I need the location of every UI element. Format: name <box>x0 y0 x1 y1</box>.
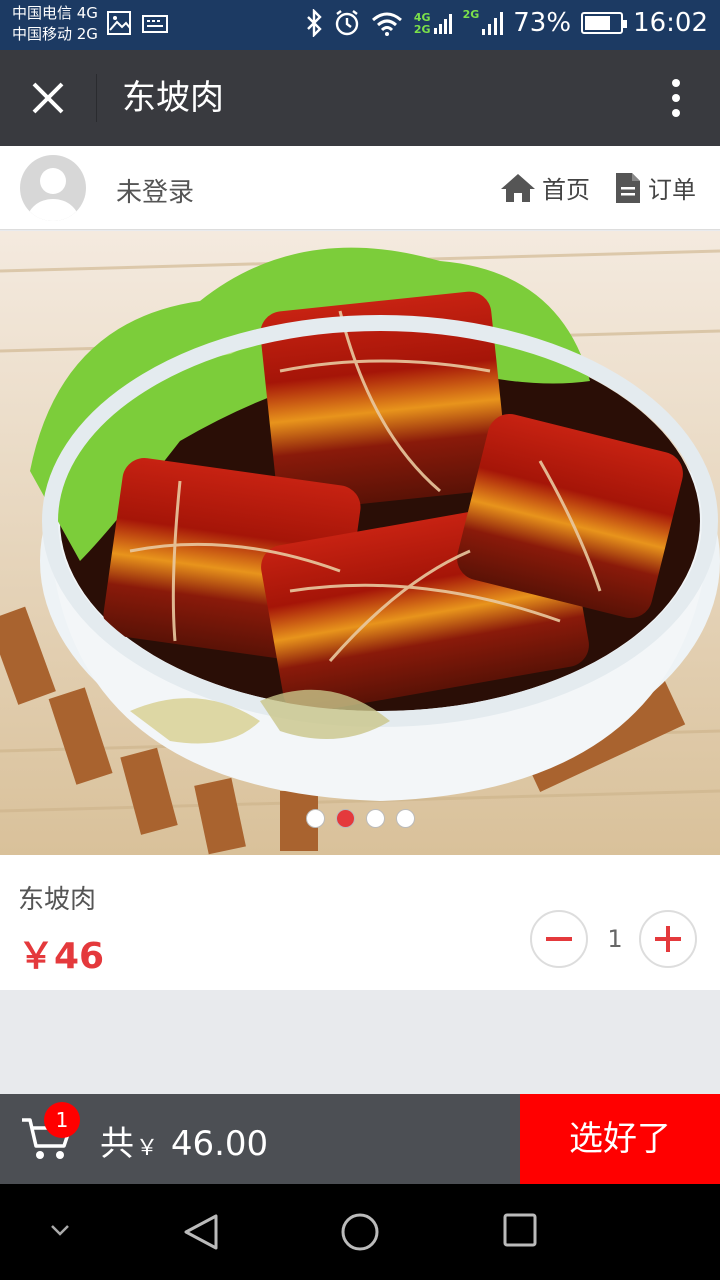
cart-total: 共 ￥ 46.00 <box>100 1116 268 1165</box>
signal-2: 2G <box>463 9 504 37</box>
alarm-icon <box>335 10 359 36</box>
clock: 16:02 <box>633 8 708 38</box>
default-avatar-icon <box>27 168 79 221</box>
product-info: 东坡肉 ￥46 1 <box>0 855 720 990</box>
cart-count-badge: 1 <box>44 1102 80 1138</box>
carrier-1: 中国电信 4G <box>12 4 98 22</box>
bluetooth-icon <box>307 9 322 37</box>
net-2g-label-2: 2G <box>462 8 480 21</box>
product-name: 东坡肉 <box>18 885 97 915</box>
system-nav-bar <box>0 1184 720 1280</box>
app-bar: 东坡肉 <box>0 50 720 146</box>
total-currency: ￥ <box>136 1136 159 1161</box>
signal-1: 4G 2G <box>414 10 453 36</box>
increase-quantity-button[interactable] <box>639 910 697 968</box>
carousel-dot[interactable] <box>305 809 325 828</box>
minus-icon <box>546 937 572 941</box>
image-notification-icon <box>107 11 131 35</box>
carrier-info: 中国电信 4G 中国移动 2G <box>12 3 98 45</box>
battery-percent: 73% <box>513 8 572 38</box>
carrier-2: 中国移动 2G <box>12 25 98 43</box>
orders-link[interactable]: 订单 <box>614 170 696 205</box>
page-title: 东坡肉 <box>122 78 224 118</box>
document-icon <box>616 172 640 203</box>
home-circle-icon[interactable] <box>340 1212 380 1252</box>
home-icon <box>501 173 535 202</box>
carousel-dot[interactable] <box>365 809 385 828</box>
username-label[interactable]: 未登录 <box>116 172 194 209</box>
confirm-selection-button[interactable]: 选好了 <box>520 1094 720 1184</box>
plus-icon <box>655 926 681 952</box>
signal-bars-icon <box>433 14 452 34</box>
hide-nav-chevron-icon[interactable] <box>48 1222 72 1238</box>
signal-bars-icon <box>482 12 504 35</box>
keyboard-icon <box>142 15 168 33</box>
carousel-dot[interactable] <box>335 809 355 828</box>
product-price: ￥46 <box>18 936 105 977</box>
user-row: 未登录 首页 订单 <box>0 146 720 230</box>
net-2g-label: 2G <box>413 23 431 36</box>
orders-label: 订单 <box>648 176 696 204</box>
cart-bar: 1 共 ￥ 46.00 选好了 <box>0 1094 720 1184</box>
avatar[interactable] <box>20 155 86 221</box>
home-label: 首页 <box>542 176 590 204</box>
close-icon[interactable] <box>28 78 68 118</box>
quantity-value: 1 <box>607 925 623 953</box>
product-image-carousel[interactable] <box>0 231 720 855</box>
total-prefix: 共 <box>100 1124 134 1164</box>
total-amount: 46.00 <box>160 1124 269 1164</box>
carousel-indicator <box>0 809 720 828</box>
status-bar: 中国电信 4G 中国移动 2G 4G 2G 2G 73% 16:02 <box>0 0 720 50</box>
dongpo-pork-image <box>0 231 720 855</box>
app-bar-divider <box>96 74 97 122</box>
recents-icon[interactable] <box>502 1212 538 1250</box>
more-options-icon[interactable] <box>670 78 682 118</box>
back-icon[interactable] <box>182 1212 220 1252</box>
battery-icon <box>581 12 628 34</box>
carousel-dot[interactable] <box>395 809 415 828</box>
wifi-icon <box>371 12 402 36</box>
decrease-quantity-button[interactable] <box>530 910 588 968</box>
battery-fill <box>585 16 610 30</box>
home-link[interactable]: 首页 <box>500 170 590 205</box>
